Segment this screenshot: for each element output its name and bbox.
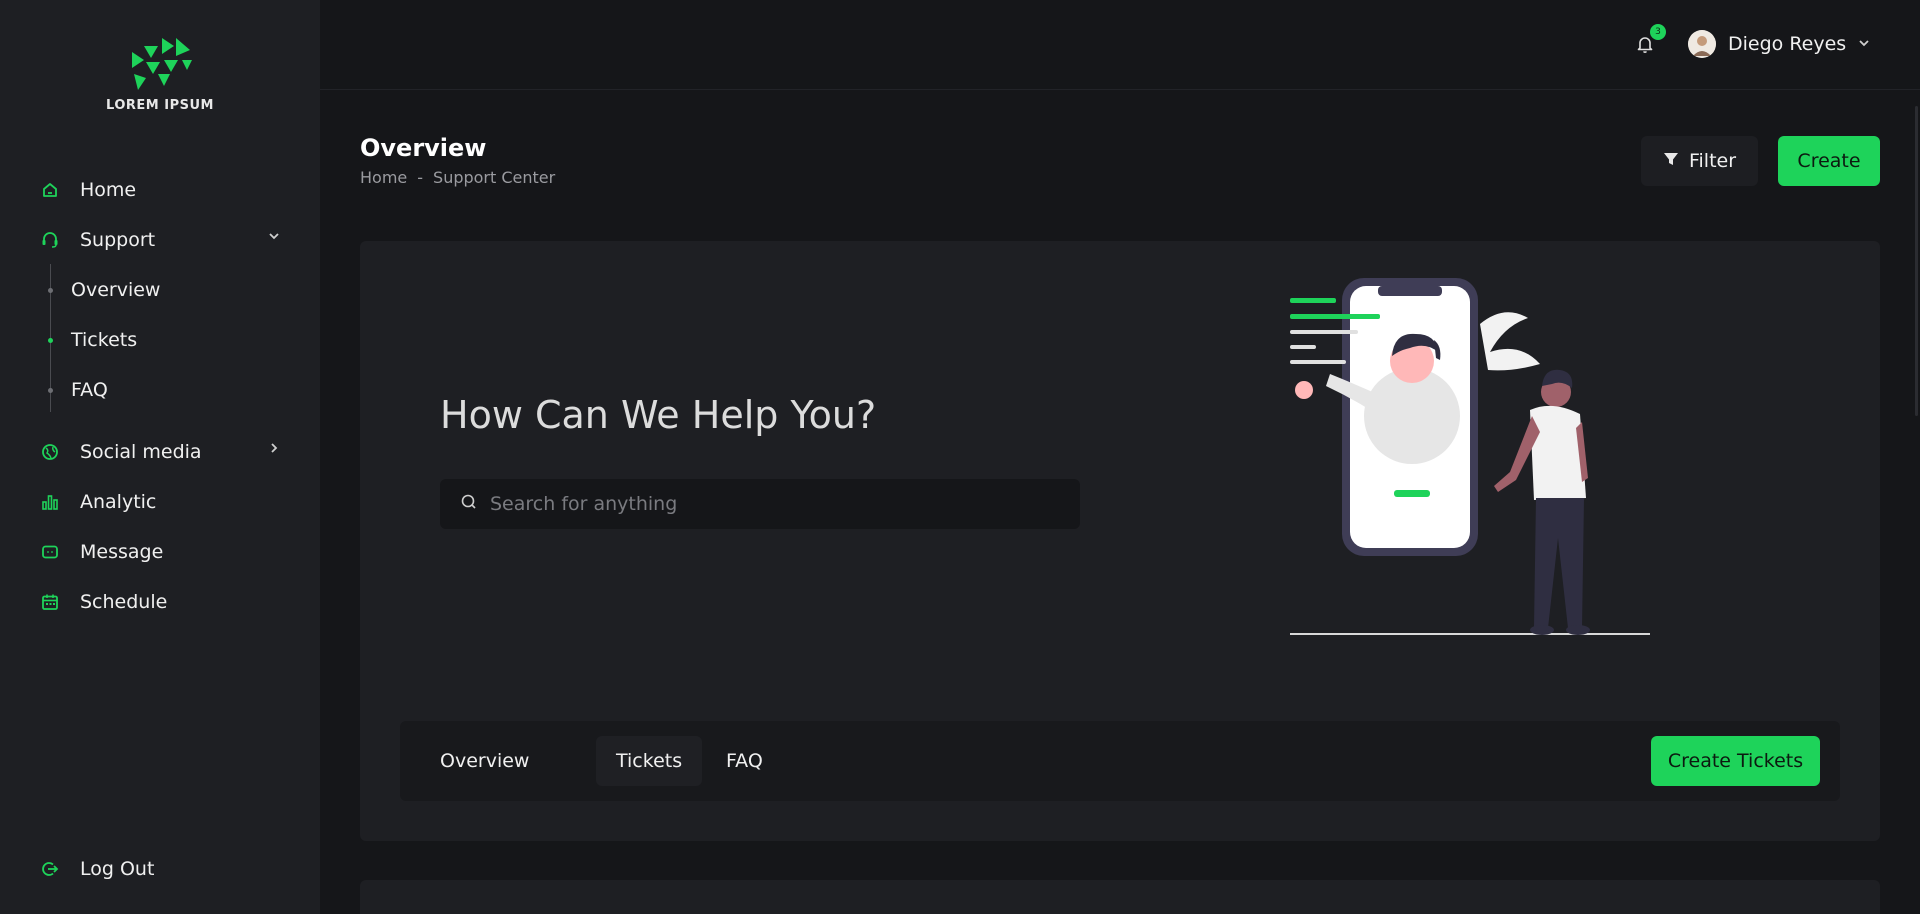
- breadcrumb-separator: -: [417, 168, 424, 187]
- support-tabs-bar: Overview Tickets FAQ Create Tickets: [400, 721, 1840, 801]
- sidebar: LOREM IPSUM Home Support Overview Ticket…: [0, 0, 320, 914]
- filter-icon: [1663, 150, 1679, 172]
- main-content: 3 Diego Reyes Overview Home - Support Ce…: [320, 0, 1920, 914]
- user-menu[interactable]: Diego Reyes: [1688, 30, 1870, 58]
- logout-label: Log Out: [80, 858, 155, 880]
- app-root: LOREM IPSUM Home Support Overview Ticket…: [0, 0, 1920, 914]
- search-box[interactable]: [440, 479, 1080, 529]
- sidebar-item-label: Support: [80, 229, 156, 251]
- sidebar-subitem-label: Tickets: [71, 329, 138, 351]
- chevron-right-icon: [268, 442, 280, 458]
- sidebar-subitem-faq[interactable]: FAQ: [48, 375, 108, 405]
- logout-button[interactable]: Log Out: [40, 854, 280, 884]
- hero-title: How Can We Help You?: [440, 393, 877, 437]
- sidebar-item-label: Analytic: [80, 491, 157, 513]
- sidebar-item-message[interactable]: Message: [40, 537, 280, 567]
- breadcrumb: Home - Support Center: [360, 168, 555, 187]
- bullet-icon: [48, 287, 53, 293]
- sidebar-subitem-label: FAQ: [71, 379, 108, 401]
- sidebar-item-analytic[interactable]: Analytic: [40, 487, 280, 517]
- create-tickets-button[interactable]: Create Tickets: [1651, 736, 1820, 786]
- breadcrumb-home[interactable]: Home: [360, 168, 407, 187]
- filter-label: Filter: [1688, 150, 1737, 172]
- topbar: 3 Diego Reyes: [320, 0, 1920, 90]
- avatar: [1688, 30, 1716, 58]
- sidebar-subitem-tickets[interactable]: Tickets: [48, 325, 137, 355]
- message-icon: [40, 542, 60, 562]
- sidebar-item-label: Message: [80, 541, 164, 563]
- secondary-card: [360, 880, 1880, 914]
- tab-tickets[interactable]: Tickets: [596, 736, 703, 786]
- tab-overview[interactable]: Overview: [420, 736, 549, 786]
- brand-logo[interactable]: LOREM IPSUM: [0, 34, 320, 113]
- user-name: Diego Reyes: [1728, 33, 1847, 55]
- sidebar-item-social-media[interactable]: Social media: [40, 437, 280, 467]
- notification-count-badge: 3: [1650, 24, 1666, 40]
- scrollbar[interactable]: [1915, 106, 1918, 416]
- globe-icon: [40, 442, 60, 462]
- create-button[interactable]: Create: [1778, 136, 1880, 186]
- sidebar-item-home[interactable]: Home: [40, 175, 280, 205]
- active-bullet-icon: [48, 337, 53, 343]
- breadcrumb-current: Support Center: [433, 168, 556, 187]
- chevron-down-icon: [1858, 37, 1870, 52]
- filter-button[interactable]: Filter: [1641, 136, 1758, 186]
- chevron-down-icon: [268, 230, 280, 246]
- calendar-icon: [40, 592, 60, 612]
- headset-icon: [40, 230, 60, 250]
- brand-name: LOREM IPSUM: [106, 98, 214, 113]
- home-icon: [40, 180, 60, 200]
- tab-faq[interactable]: FAQ: [706, 736, 783, 786]
- sidebar-subitem-overview[interactable]: Overview: [48, 275, 160, 305]
- bullet-icon: [48, 387, 53, 393]
- sidebar-subitem-label: Overview: [71, 279, 161, 301]
- logout-icon: [40, 859, 60, 879]
- search-icon: [460, 493, 478, 515]
- page-title: Overview: [360, 134, 487, 162]
- search-input[interactable]: [490, 493, 1050, 515]
- support-illustration: [1290, 276, 1670, 646]
- sidebar-item-label: Social media: [80, 441, 202, 463]
- support-hero-card: How Can We Help You? Search for anything…: [360, 241, 1880, 841]
- bar-chart-icon: [40, 492, 60, 512]
- logo-icon: [132, 38, 192, 90]
- sidebar-item-support[interactable]: Support: [40, 225, 280, 255]
- sidebar-item-schedule[interactable]: Schedule: [40, 587, 280, 617]
- sidebar-item-label: Schedule: [80, 591, 168, 613]
- sidebar-item-label: Home: [80, 179, 137, 201]
